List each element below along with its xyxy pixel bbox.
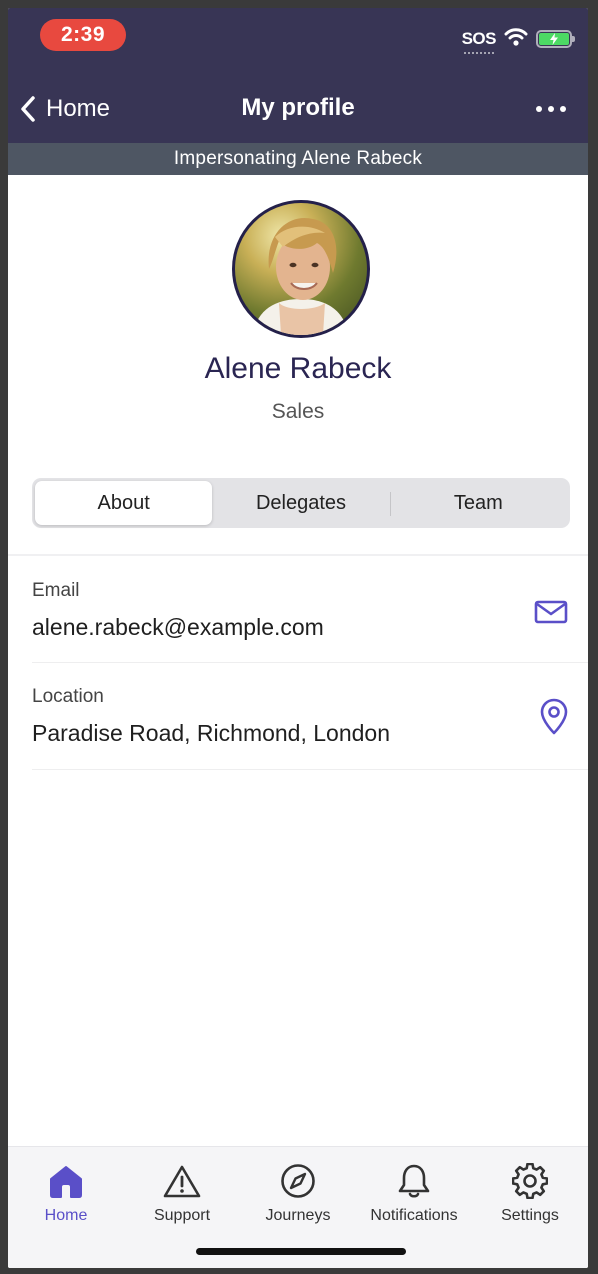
tabbar-home[interactable]: Home: [8, 1161, 124, 1225]
tabbar-settings[interactable]: Settings: [472, 1161, 588, 1225]
home-icon: [8, 1161, 124, 1201]
charging-bolt-icon: [550, 33, 558, 45]
more-options-button[interactable]: [536, 96, 566, 122]
email-value[interactable]: alene.rabeck@example.com: [32, 614, 324, 641]
page-title: My profile: [241, 94, 355, 121]
row-divider: [32, 769, 588, 770]
tab-delegates[interactable]: Delegates: [212, 481, 389, 525]
tabbar-label: Home: [44, 1207, 88, 1224]
battery-level: [539, 33, 569, 45]
email-row[interactable]: Email alene.rabeck@example.com: [8, 558, 588, 662]
location-row[interactable]: Location Paradise Road, Richmond, London: [8, 664, 588, 768]
tab-team[interactable]: Team: [389, 481, 567, 525]
warning-icon: [124, 1161, 240, 1201]
mail-icon[interactable]: [534, 600, 568, 629]
wifi-icon: [504, 27, 528, 52]
impersonation-banner: Impersonating Alene Rabeck: [8, 143, 588, 175]
more-dot-icon: [548, 106, 554, 112]
tabbar-support[interactable]: Support: [124, 1161, 240, 1225]
home-indicator[interactable]: [196, 1248, 406, 1255]
compass-icon: [240, 1161, 356, 1201]
battery-icon: [536, 30, 575, 48]
tabbar-label: Journeys: [265, 1207, 331, 1224]
gear-icon: [472, 1161, 588, 1201]
tabbar-notifications[interactable]: Notifications: [356, 1161, 472, 1225]
location-label: Location: [32, 686, 104, 707]
app-header: 2:39 SOS Home My profile: [8, 8, 588, 143]
more-dot-icon: [560, 106, 566, 112]
profile-photo: [253, 217, 349, 335]
avatar: [232, 200, 370, 338]
battery-tip: [572, 36, 575, 42]
tab-label: Delegates: [255, 491, 347, 514]
status-indicators: SOS: [461, 26, 575, 54]
tabbar-label: Settings: [501, 1207, 559, 1224]
email-label: Email: [32, 580, 80, 601]
tabbar-label: Support: [153, 1207, 211, 1224]
section-divider: [8, 554, 588, 556]
profile-department: Sales: [271, 400, 325, 423]
tab-label: About: [97, 491, 150, 514]
tab-divider: [389, 492, 391, 516]
profile-tabs: About Delegates Team: [32, 478, 570, 528]
tab-about[interactable]: About: [35, 481, 213, 525]
tabbar-label: Notifications: [370, 1207, 458, 1224]
location-pin-icon[interactable]: [540, 698, 568, 741]
tabbar-journeys[interactable]: Journeys: [240, 1161, 356, 1225]
status-time[interactable]: 2:39: [40, 19, 126, 51]
location-value[interactable]: Paradise Road, Richmond, London: [32, 720, 390, 747]
row-divider: [32, 662, 588, 663]
app-screen: 2:39 SOS Home My profile Impersonating A…: [8, 8, 588, 1268]
profile-name: Alene Rabeck: [204, 352, 392, 385]
more-dot-icon: [536, 106, 542, 112]
sos-indicator: SOS: [461, 29, 497, 54]
bell-icon: [356, 1161, 472, 1201]
tab-label: Team: [453, 491, 503, 514]
